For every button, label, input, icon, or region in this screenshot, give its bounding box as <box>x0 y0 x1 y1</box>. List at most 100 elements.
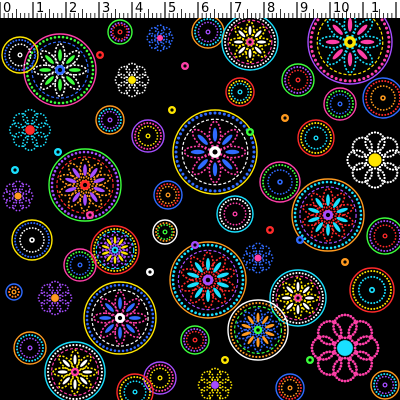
bead-dot <box>298 321 301 324</box>
bead-dot <box>252 155 256 159</box>
bead-dot <box>303 237 307 240</box>
bead-dot <box>35 145 38 148</box>
bead-dot <box>329 100 332 102</box>
bead-dot <box>139 129 142 132</box>
bead-dot <box>78 344 82 347</box>
bead-dot <box>137 132 140 134</box>
bead-dot <box>57 101 61 105</box>
bead-dot <box>384 375 387 378</box>
bead-dot <box>49 294 52 297</box>
bead-dot <box>156 367 158 370</box>
bead-dot <box>141 84 144 87</box>
bead-dot <box>370 146 374 149</box>
bead-dot <box>235 298 239 302</box>
bead-dot <box>15 246 18 249</box>
bead-dot <box>33 89 36 92</box>
bead-dot <box>152 365 155 368</box>
bead-dot <box>379 225 382 228</box>
bead-dot <box>272 196 275 199</box>
bead-dot <box>83 90 86 94</box>
bead-dot <box>382 158 385 162</box>
bead-dot <box>282 169 285 172</box>
bead-dot <box>340 313 344 317</box>
bead-dot <box>64 309 67 312</box>
bead-dot <box>38 338 41 341</box>
petal-core <box>73 379 77 390</box>
bead-dot <box>235 313 238 316</box>
bead-dot <box>279 169 282 171</box>
bead-dot <box>155 37 157 39</box>
bead-dot <box>246 221 249 224</box>
bead-dot <box>215 376 218 379</box>
bead-dot <box>361 161 364 165</box>
bead-dot <box>134 133 137 136</box>
bead-dot <box>186 249 190 253</box>
bead-dot <box>164 202 167 204</box>
bead-dot <box>283 275 286 278</box>
bead-dot <box>15 188 18 191</box>
bead-dot <box>337 378 341 381</box>
bead-dot <box>368 169 371 172</box>
bead-dot <box>223 213 226 215</box>
bead-dot <box>24 147 27 150</box>
bead-dot <box>336 370 340 373</box>
bead-dot <box>239 227 242 230</box>
bead-dot <box>295 272 298 275</box>
bead-dot <box>34 354 37 357</box>
bead-dot <box>177 164 181 168</box>
bead-dot <box>97 261 100 264</box>
bead-dot <box>265 261 267 264</box>
bead-dot <box>70 153 74 156</box>
bead-dot <box>173 291 177 294</box>
bead-dot <box>272 293 275 296</box>
bead-dot <box>100 117 103 120</box>
bead-dot <box>19 243 22 246</box>
bead-dot <box>34 335 37 338</box>
bead-dot <box>48 360 51 364</box>
bead-dot <box>317 245 321 249</box>
bead-dot <box>161 364 164 367</box>
bead-dot <box>242 98 245 101</box>
bead-dot <box>338 367 342 371</box>
bead-dot <box>265 354 268 357</box>
bead-dot <box>284 80 287 83</box>
bead-dot <box>127 377 130 380</box>
bead-dot <box>230 97 233 100</box>
bead-dot <box>168 374 171 376</box>
bead-dot <box>242 176 246 180</box>
bead-dot <box>135 76 138 79</box>
bead-dot <box>125 284 129 288</box>
bead-dot <box>11 295 14 298</box>
bead-dot <box>4 49 7 52</box>
bead-dot <box>383 249 386 252</box>
bead-dot <box>165 38 168 41</box>
bead-dot <box>43 291 46 294</box>
bead-dot <box>87 53 91 56</box>
bead-dot <box>143 74 146 77</box>
bead-dot <box>100 364 103 367</box>
bead-dot <box>348 337 352 340</box>
bead-dot <box>265 252 267 255</box>
bead-dot <box>136 344 140 347</box>
bead-dot <box>162 42 165 45</box>
bead-dot <box>53 36 57 39</box>
bead-dot <box>93 352 96 355</box>
bead-dot <box>40 352 43 355</box>
bead-dot <box>94 241 97 244</box>
bead-dot <box>144 391 147 393</box>
bead-dot <box>381 297 384 300</box>
bead-dot <box>232 99 235 102</box>
bead-dot <box>117 39 120 42</box>
bead-dot <box>8 129 11 131</box>
bead-dot <box>160 135 162 137</box>
bead-dot <box>376 307 379 310</box>
bead-dot <box>221 382 224 385</box>
bead-dot <box>194 330 197 333</box>
bead-dot <box>173 231 175 233</box>
bead-dot <box>21 145 24 148</box>
bead-dot <box>22 204 25 207</box>
bead-dot <box>383 22 387 26</box>
bead-dot <box>391 226 393 229</box>
bead-dot <box>86 258 89 261</box>
bead-dot <box>34 143 36 146</box>
